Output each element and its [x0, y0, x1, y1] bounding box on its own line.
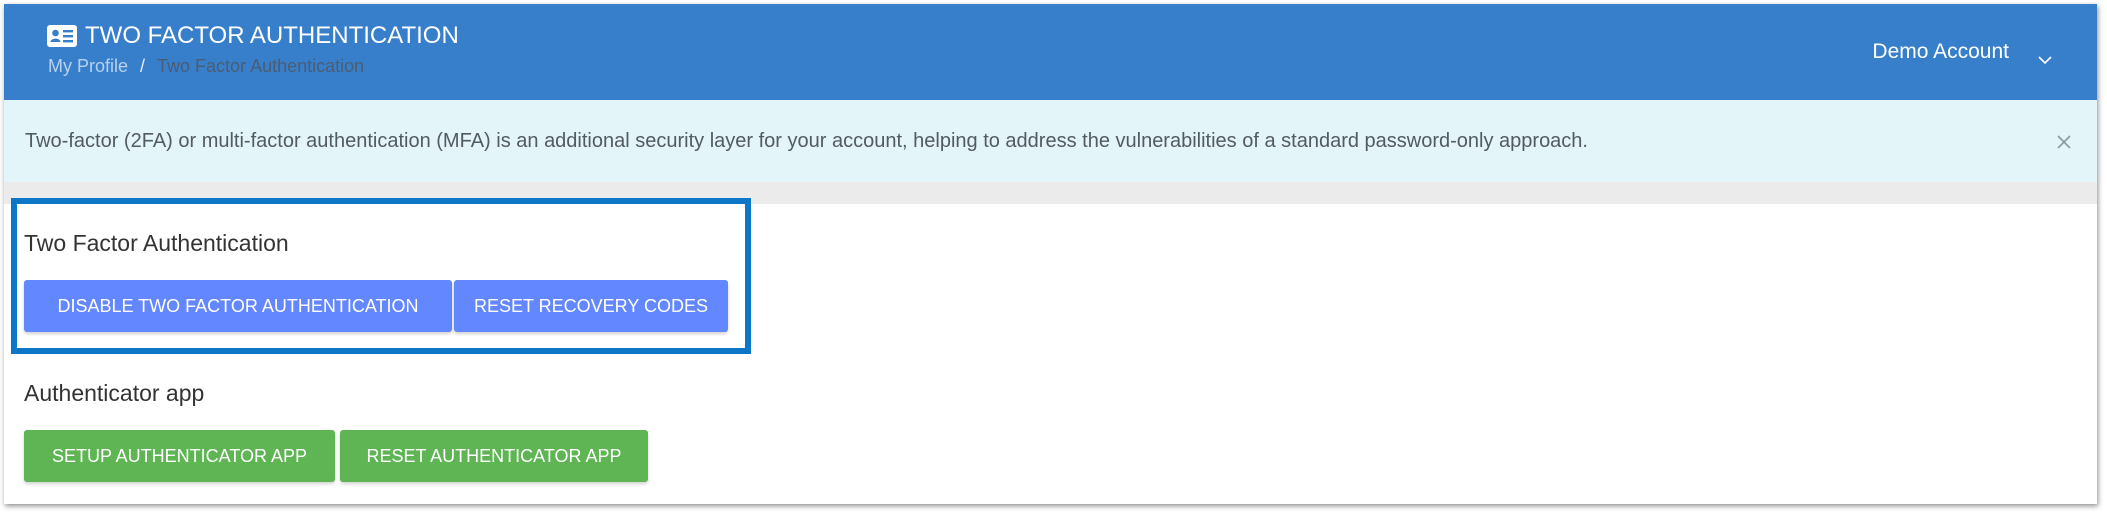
disable-two-factor-button[interactable]: DISABLE TWO FACTOR AUTHENTICATION [24, 280, 452, 332]
reset-recovery-codes-button[interactable]: RESET RECOVERY CODES [454, 280, 728, 332]
page-frame: TWO FACTOR AUTHENTICATION My Profile / T… [4, 4, 2097, 504]
reset-authenticator-app-button[interactable]: RESET AUTHENTICATOR APP [340, 430, 648, 482]
breadcrumb-separator: / [140, 56, 146, 76]
account-menu[interactable]: Demo Account [1872, 40, 2053, 65]
section-title-authenticator-app: Authenticator app [24, 380, 205, 406]
page-title: TWO FACTOR AUTHENTICATION [47, 18, 459, 54]
breadcrumb-current: Two Factor Authentication [157, 56, 365, 76]
breadcrumb-link-my-profile[interactable]: My Profile [48, 56, 128, 77]
info-alert: Two-factor (2FA) or multi-factor authent… [4, 100, 2097, 182]
breadcrumb: My Profile / Two Factor Authentication [48, 56, 364, 77]
account-name: Demo Account [1872, 40, 2009, 63]
setup-authenticator-app-button[interactable]: SETUP AUTHENTICATOR APP [24, 430, 335, 482]
close-icon[interactable] [2056, 133, 2072, 149]
page-header: TWO FACTOR AUTHENTICATION My Profile / T… [4, 4, 2097, 100]
page-title-text: TWO FACTOR AUTHENTICATION [85, 22, 459, 49]
id-card-icon [47, 25, 77, 47]
section-title-two-factor: Two Factor Authentication [24, 230, 289, 256]
chevron-down-icon [2037, 47, 2053, 65]
alert-text: Two-factor (2FA) or multi-factor authent… [25, 129, 1588, 152]
